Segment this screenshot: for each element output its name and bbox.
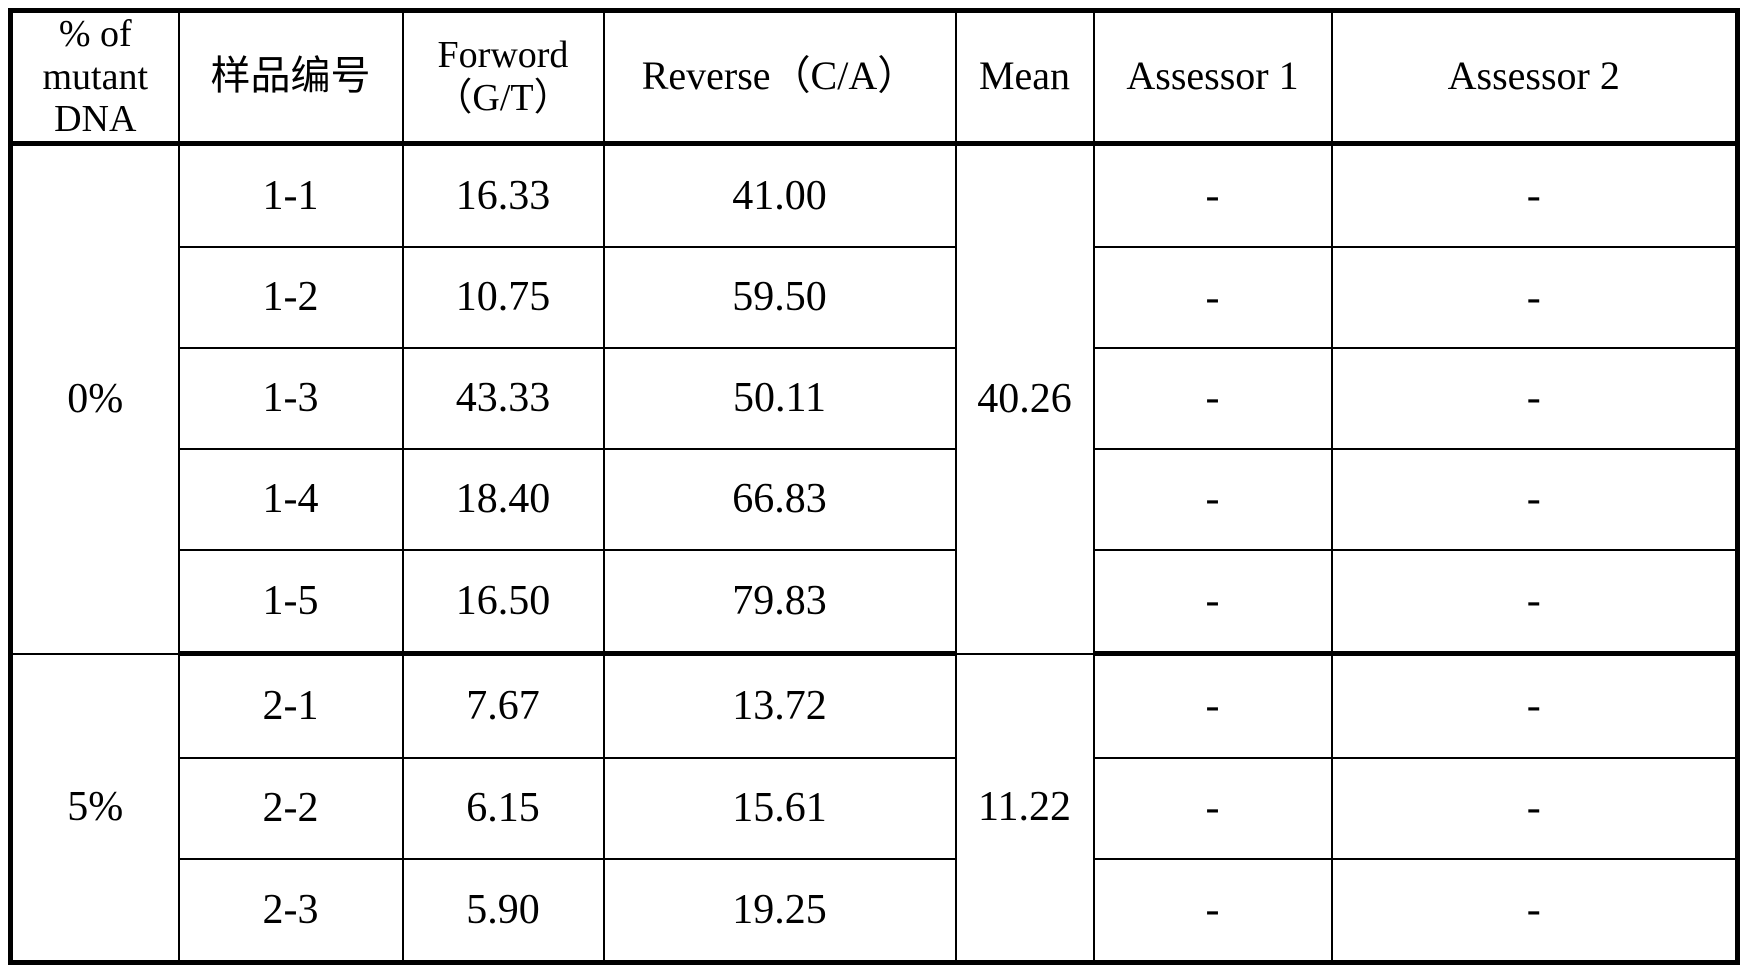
group-percent-cell: 5%: [9, 652, 180, 964]
column-header-label: Reverse（C/A）: [641, 53, 918, 99]
column-header-label: Forword （G/T）: [434, 34, 572, 119]
cell-forword: 7.67: [401, 652, 605, 759]
column-header-label: Assessor 1: [1126, 53, 1299, 99]
cell-assessor-2: -: [1330, 857, 1739, 965]
cell-forword: 16.33: [401, 142, 605, 249]
cell-forword: 6.15: [401, 756, 605, 860]
table-container: % of mutant DNA 样品编号 Forword （G/T） Reverse（…: [0, 0, 1743, 973]
cell-reverse: 13.72: [602, 652, 957, 759]
column-header-label: Assessor 2: [1447, 53, 1620, 99]
cell-forword: 43.33: [401, 346, 605, 450]
table-row: 2-3 5.90 19.25 - -: [11, 857, 1739, 965]
cell-reverse: 50.11: [602, 346, 957, 450]
cell-forword: 10.75: [401, 246, 605, 349]
table-row: 0% 1-1 16.33 41.00 40.26- -: [9, 142, 1739, 655]
table-body: 0% 1-1 16.33 41.00 40.26- -1-2 10.75 59.50- -1-3…: [9, 142, 1739, 965]
cell-sample: 1-3: [177, 346, 404, 450]
cell-assessor-2: -: [1330, 756, 1739, 860]
cell-assessor-1: -: [1092, 857, 1333, 965]
column-header-pct: % of mutant DNA: [9, 9, 180, 146]
header-row: % of mutant DNA 样品编号 Forword （G/T） Reverse（…: [9, 9, 1739, 146]
cell-reverse: 66.83: [602, 447, 957, 551]
cell-assessor-2: -: [1330, 246, 1739, 349]
cell-forword: 18.40: [401, 447, 605, 551]
column-header-a2: Assessor 2: [1330, 9, 1739, 146]
group-mean-cell: 11.22: [954, 652, 1095, 964]
cell-assessor-1: -: [1092, 142, 1333, 249]
cell-assessor-1: -: [1092, 756, 1333, 860]
column-header-mean: Mean: [954, 9, 1095, 146]
column-header-sample: 样品编号: [177, 9, 404, 146]
cell-assessor-2: -: [1330, 447, 1739, 551]
cell-sample: 2-2: [177, 756, 404, 860]
cell-assessor-2: -: [1330, 346, 1739, 450]
cell-reverse: 79.83: [602, 548, 957, 657]
cell-forword: 16.50: [401, 548, 605, 657]
table-header: % of mutant DNA 样品编号 Forword （G/T） Reverse（…: [9, 9, 1739, 146]
cell-sample: 2-3: [177, 857, 404, 965]
table-row: 2-2 6.15 15.61 - -: [11, 756, 1739, 860]
cell-assessor-1: -: [1092, 447, 1333, 551]
column-header-label: % of mutant DNA: [42, 13, 149, 141]
table-row: 1-4 18.40 66.83 - -: [11, 447, 1739, 551]
column-header-label: 样品编号: [210, 53, 371, 99]
cell-sample: 1-5: [177, 548, 404, 657]
cell-sample: 1-1: [177, 142, 404, 249]
column-header-forword: Forword （G/T）: [401, 9, 605, 146]
table-row: 5% 2-1 7.67 13.72 11.22- -: [9, 652, 1739, 964]
cell-assessor-2: -: [1330, 142, 1739, 249]
cell-reverse: 15.61: [602, 756, 957, 860]
table-row: 1-3 43.33 50.11 - -: [11, 346, 1739, 450]
cell-sample: 2-1: [177, 652, 404, 759]
cell-reverse: 19.25: [602, 857, 957, 965]
cell-reverse: 41.00: [602, 142, 957, 249]
cell-reverse: 59.50: [602, 246, 957, 349]
column-header-label: Mean: [978, 53, 1071, 99]
cell-forword: 5.90: [401, 857, 605, 965]
mutant-dna-results-table: % of mutant DNA 样品编号 Forword （G/T） Reverse（…: [8, 8, 1740, 965]
column-header-reverse: Reverse（C/A）: [602, 9, 957, 146]
cell-assessor-1: -: [1092, 652, 1333, 759]
group-percent-cell: 0%: [9, 142, 180, 655]
table-row: 1-5 16.50 79.83 - -: [11, 548, 1739, 657]
group-mean-cell: 40.26: [954, 142, 1095, 655]
cell-assessor-1: -: [1092, 346, 1333, 450]
cell-assessor-2: -: [1330, 652, 1739, 759]
cell-assessor-1: -: [1092, 548, 1333, 657]
cell-assessor-2: -: [1330, 548, 1739, 657]
cell-assessor-1: -: [1092, 246, 1333, 349]
cell-sample: 1-2: [177, 246, 404, 349]
table-row: 1-2 10.75 59.50 - -: [11, 246, 1739, 349]
cell-sample: 1-4: [177, 447, 404, 551]
column-header-a1: Assessor 1: [1092, 9, 1333, 146]
